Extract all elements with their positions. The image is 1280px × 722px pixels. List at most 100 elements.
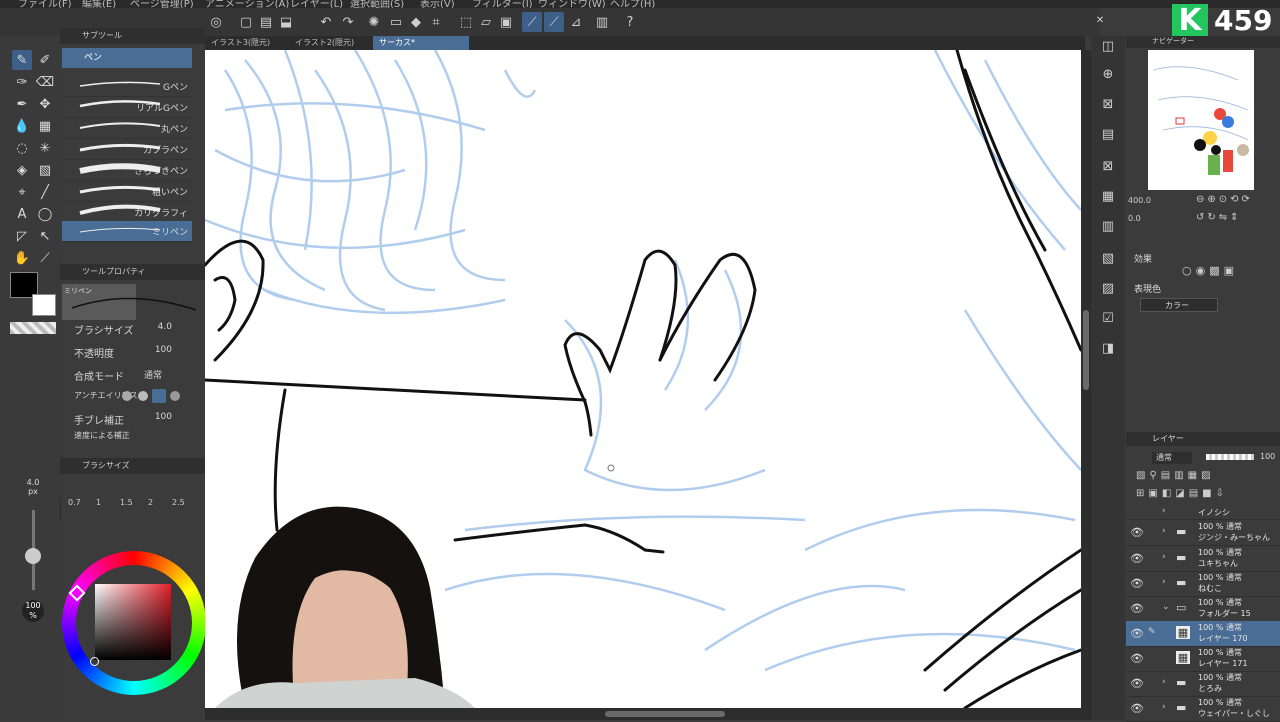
menu-filter[interactable]: フィルター(I) [472,0,533,8]
eraser-tool-icon[interactable]: ⌫ [35,72,55,92]
snap-ruler-icon[interactable]: ⟋ [522,12,542,32]
menu-file[interactable]: ファイル(F) [18,0,72,8]
crop-icon[interactable]: ▱ [476,12,496,32]
undo-icon[interactable]: ↶ [316,12,336,32]
layer-blend-select[interactable]: 通常 [1152,452,1192,464]
opacity-value[interactable]: 100 [155,345,172,355]
line-tool-icon[interactable]: ╱ [35,182,55,202]
new-file-icon[interactable]: ▢ [236,12,256,32]
close-icon[interactable]: ✕ [1090,10,1110,30]
brush-tool-icon[interactable]: ✑ [12,72,32,92]
material-image-icon[interactable]: ⊠ [1098,156,1118,176]
layer-item[interactable]: › イノシシ [1126,505,1280,520]
horizontal-scroll-thumb[interactable] [605,711,725,717]
item-bank-icon[interactable]: ◨ [1098,338,1118,358]
horizontal-scrollbar[interactable] [205,708,1091,720]
layer-item[interactable]: 👁 › ▬ 100 % 通常 ユキちゃん [1126,546,1280,572]
clear-icon[interactable]: ▭ [386,12,406,32]
antialias-strong-icon[interactable] [170,391,180,401]
brush-preset[interactable]: 1.5 [120,498,133,507]
layer-item[interactable]: 👁 › ▬ 100 % 通常 ねむこ [1126,571,1280,597]
fill-tool-icon[interactable]: ◈ [12,160,32,180]
hand-tool-icon[interactable]: ✋ [12,248,32,268]
vertical-scrollbar[interactable] [1081,50,1091,708]
blend-mode-row[interactable]: 合成モード 通常 [62,364,194,384]
visibility-eye-icon[interactable]: 👁 [1130,627,1144,640]
visibility-eye-icon[interactable]: 👁 [1130,552,1144,565]
clip-studio-icon[interactable]: ◎ [206,12,226,32]
saturation-value-square[interactable] [95,584,171,660]
menu-view[interactable]: 表示(V) [420,0,455,8]
sub-color-swatch[interactable] [32,294,56,316]
zoom-value[interactable]: 400.0 [1128,196,1151,205]
visibility-eye-icon[interactable]: 👁 [1130,702,1144,715]
snap-grid-icon[interactable]: ⊿ [566,12,586,32]
quick-access-icon[interactable]: ▤ [1098,124,1118,144]
stabilization-value[interactable]: 100 [155,412,172,422]
brush-preset[interactable]: 2.5 [172,498,185,507]
blend-tool-icon[interactable]: 💧 [12,116,32,136]
expression-color-select[interactable]: カラー [1140,298,1218,312]
pen-tool-icon[interactable]: ✎ [12,50,32,70]
frame-tool-icon[interactable]: ◸ [12,226,32,246]
sub-view-icon[interactable]: ▥ [1098,216,1118,236]
save-icon[interactable]: ⬓ [276,12,296,32]
antialias-weak-icon[interactable] [138,391,148,401]
menu-window[interactable]: ウィンドウ(W) [538,0,606,8]
balloon-tool-icon[interactable]: ◯ [35,204,55,224]
snap-special-ruler-icon[interactable]: ⟋ [544,12,564,32]
brush-preset[interactable]: 2 [148,498,153,507]
menu-layer[interactable]: レイヤー(L) [290,0,343,8]
stabilization-row[interactable]: 手ブレ補正 100 [62,408,194,428]
navigator-panel-icon[interactable]: ◫ [1098,36,1118,56]
color-cursor[interactable] [90,657,99,666]
visibility-eye-icon[interactable]: 👁 [1130,652,1144,665]
antialias-mid-icon[interactable] [152,389,166,403]
visibility-eye-icon[interactable]: 👁 [1130,577,1144,590]
help-icon[interactable]: ? [620,12,640,32]
info-panel-icon[interactable]: ▧ [1098,248,1118,268]
material-panel-icon[interactable]: ⊠ [1098,94,1118,114]
deselect-icon[interactable]: ⬚ [456,12,476,32]
brush-preset[interactable]: 0.7 [68,498,81,507]
subtool-group-tab[interactable]: ペン [62,48,192,68]
layer-item[interactable]: 👁 › ▬ 100 % 通常 ウェイパー・しぐし [1126,696,1280,722]
subtool-tab-label[interactable]: サブツール [82,31,122,40]
fill-icon[interactable]: ◆ [406,12,426,32]
lasso-tool-icon[interactable]: ◌ [12,138,32,158]
zoom-panel-icon[interactable]: ⊕ [1098,64,1118,84]
visibility-eye-icon[interactable]: 👁 [1130,526,1144,539]
layer-search-icon[interactable]: ▨ [1098,278,1118,298]
text-tool-icon[interactable]: A [12,204,32,224]
auto-action-icon[interactable]: ☑ [1098,308,1118,328]
ruler-tool-icon[interactable]: ↖ [35,226,55,246]
vertical-scroll-thumb[interactable] [1083,310,1089,390]
layer-item-selected[interactable]: 👁 ✎ ▦ 100 % 通常 レイヤー 170 [1126,621,1280,647]
effect-icons[interactable]: ○◉▩▣ [1182,264,1238,277]
object-tool-icon[interactable]: ▦ [35,116,55,136]
layer-item[interactable]: 👁 ⌄ ▭ 100 % 通常 フォルダー 15 [1126,596,1280,622]
decoration-tool-icon[interactable]: ✒ [12,94,32,114]
move-tool-icon[interactable]: ✥ [35,94,55,114]
figure-tool-icon[interactable]: ⌖ [12,182,32,202]
redo-icon[interactable]: ↷ [338,12,358,32]
navigator-preview[interactable] [1148,50,1254,190]
gradient-tool-icon[interactable]: ▧ [35,160,55,180]
layer-opacity-value[interactable]: 100 [1260,452,1275,461]
antialias-none-icon[interactable] [122,391,132,401]
menu-animation[interactable]: アニメーション(A) [205,0,289,8]
layer-item[interactable]: 👁 › ▬ 100 % 通常 ジンジ・みーちゃん [1126,520,1280,546]
tab-illust2[interactable]: イラスト2(隠元) [289,36,375,50]
visibility-eye-icon[interactable]: 👁 [1130,602,1144,615]
brush-preset[interactable]: 1 [96,498,101,507]
layer-tools-row2[interactable]: ⊞▣◧◪▤■⇩ [1136,488,1228,499]
zoom-controls[interactable]: ⊖⊕⊙⟲⟳ [1196,194,1253,205]
menu-page[interactable]: ページ管理(P) [130,0,194,8]
layer-tools-row1[interactable]: ▧⚲▤▥▦▨ [1136,470,1215,481]
settings-icon[interactable]: ▥ [592,12,612,32]
opacity-row[interactable]: 不透明度 100 [62,341,194,361]
menu-edit[interactable]: 編集(E) [82,0,116,8]
speed-correction-row[interactable]: 速度による補正 [62,430,194,440]
invert-selection-icon[interactable]: ▣ [496,12,516,32]
layer-item[interactable]: 👁 › ▬ 100 % 通常 とろみ [1126,671,1280,697]
